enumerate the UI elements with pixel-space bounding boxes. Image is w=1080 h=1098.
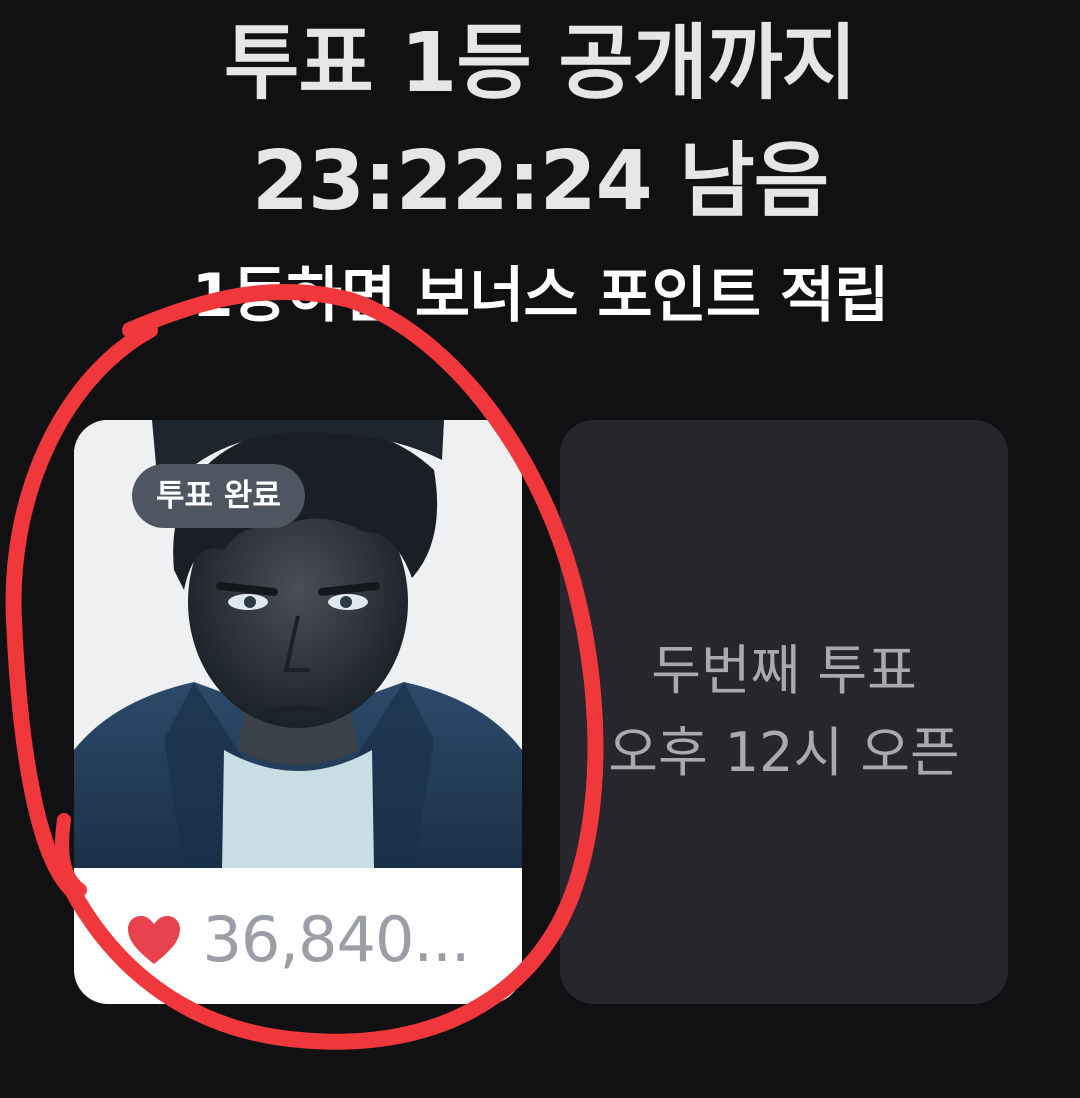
vote-count: 36,840... — [202, 903, 470, 976]
candidate-photo: 투표 완료 — [74, 420, 522, 868]
next-vote-info: 두번째 투표 오후 12시 오픈 — [560, 630, 1008, 794]
next-vote-card: 두번째 투표 오후 12시 오픈 — [560, 420, 1008, 1004]
vote-count-row: 36,840... — [74, 890, 522, 990]
vote-screen: 투표 1등 공개까지 23:22:24 남음 1등하면 보너스 포인트 적립 투… — [0, 0, 1080, 1098]
next-vote-open-time: 오후 12시 오픈 — [608, 721, 960, 784]
next-vote-title: 두번째 투표 — [651, 639, 917, 702]
bonus-subtitle: 1등하면 보너스 포인트 적립 — [191, 261, 890, 331]
countdown-title: 투표 1등 공개까지 — [223, 16, 857, 111]
vote-complete-badge: 투표 완료 — [132, 464, 305, 528]
countdown-timer: 23:22:24 남음 — [251, 134, 829, 229]
heart-icon — [128, 916, 181, 964]
voted-candidate-card[interactable]: 투표 완료 36,840... — [74, 420, 522, 1004]
